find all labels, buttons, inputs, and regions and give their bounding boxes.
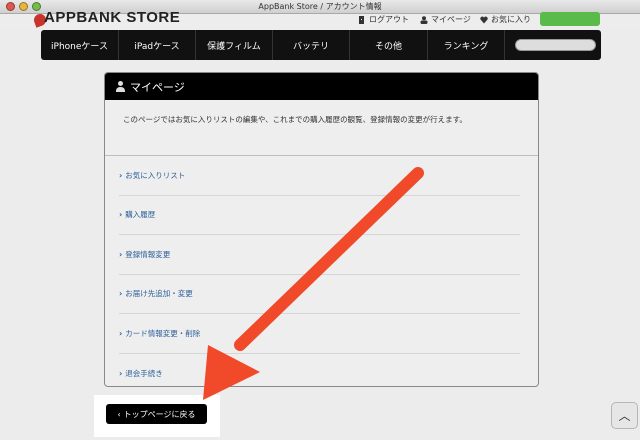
link-label: お届け先追加・変更 (125, 289, 193, 299)
nav-item-ipad-cases[interactable]: iPadケース (119, 30, 196, 60)
back-button-highlight: ‹ トップページに戻る (94, 395, 220, 437)
main-nav: iPhoneケース iPadケース 保護フィルム バッテリ その他 ランキング (41, 30, 601, 60)
nav-item-battery[interactable]: バッテリ (273, 30, 350, 60)
site-logo[interactable]: APPBANK STORE (44, 9, 180, 26)
heart-icon (480, 16, 488, 23)
search-input[interactable] (515, 39, 596, 51)
chevron-right-icon: › (119, 170, 123, 180)
chevron-left-icon: ‹ (117, 409, 121, 419)
back-button-label: トップページに戻る (123, 409, 196, 419)
chevron-right-icon: › (119, 249, 123, 259)
link-label: 購入履歴 (125, 210, 156, 220)
link-purchase-history[interactable]: › 購入履歴 (119, 196, 520, 235)
link-label: お気に入りリスト (125, 170, 186, 180)
chevron-up-icon: ︿ (618, 409, 631, 423)
mypage-card: マイページ このページではお気に入りリストの編集や、これまでの購入履歴の観覧、登… (104, 72, 539, 387)
nav-item-other[interactable]: その他 (350, 30, 428, 60)
logout-label: ログアウト (369, 15, 409, 24)
link-label: 登録情報変更 (125, 249, 171, 259)
nav-item-screen-film[interactable]: 保護フィルム (196, 30, 273, 60)
mypage-link[interactable]: マイページ (420, 14, 471, 25)
door-icon (359, 15, 364, 24)
card-header: マイページ (105, 73, 538, 100)
link-account-edit[interactable]: › 登録情報変更 (119, 235, 520, 275)
link-label: 退会手続き (125, 368, 163, 378)
nav-item-ranking[interactable]: ランキング (428, 30, 505, 60)
scroll-to-top-button[interactable]: ︿ (611, 402, 638, 429)
chevron-right-icon: › (119, 328, 123, 338)
chevron-right-icon: › (119, 368, 123, 378)
card-intro: このページではお気に入りリストの編集や、これまでの購入履歴の観覧、登録情報の変更… (105, 100, 538, 156)
nav-item-iphone-cases[interactable]: iPhoneケース (41, 30, 119, 60)
favorites-label: お気に入り (491, 15, 531, 24)
login-button[interactable] (540, 12, 600, 26)
link-favorites-list[interactable]: › お気に入りリスト (119, 156, 520, 196)
link-withdrawal[interactable]: › 退会手続き (119, 354, 520, 387)
link-shipping-address[interactable]: › お届け先追加・変更 (119, 275, 520, 314)
link-card-info[interactable]: › カード情報変更・削除 (119, 314, 520, 354)
mypage-link-list: › お気に入りリスト › 購入履歴 › 登録情報変更 › お届け先追加・変更 ›… (105, 156, 538, 387)
link-label: カード情報変更・削除 (125, 328, 201, 338)
chevron-right-icon: › (119, 289, 123, 299)
mypage-label: マイページ (431, 15, 471, 24)
person-icon (115, 81, 126, 92)
favorites-link[interactable]: お気に入り (480, 14, 531, 25)
card-title: マイページ (130, 80, 185, 94)
chevron-right-icon: › (119, 210, 123, 220)
logout-link[interactable]: ログアウト (358, 14, 409, 25)
back-to-top-page-button[interactable]: ‹ トップページに戻る (106, 404, 207, 424)
site-header: APPBANK STORE ログアウト マイページ お気に入り (0, 9, 640, 30)
person-icon (420, 15, 428, 24)
